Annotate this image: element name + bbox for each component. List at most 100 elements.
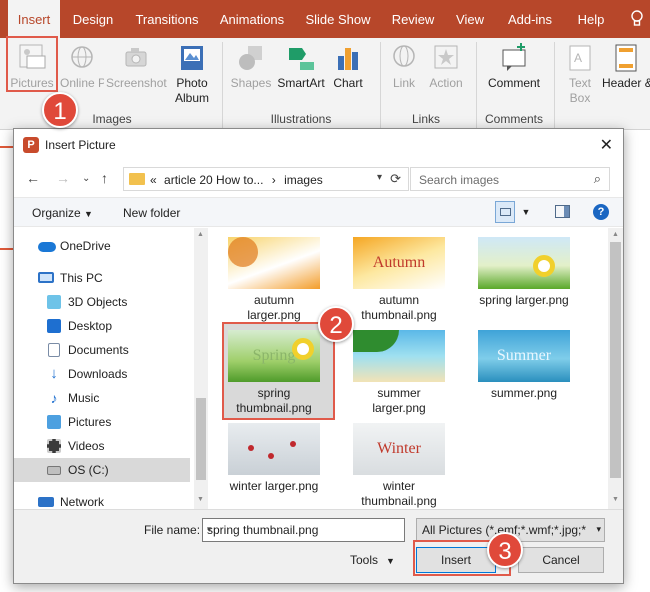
breadcrumb-overflow[interactable]: «: [150, 173, 157, 187]
nav-item-onedrive[interactable]: OneDrive: [14, 234, 190, 258]
nav-item-desktop[interactable]: Desktop: [14, 314, 190, 338]
dialog-title: Insert Picture: [45, 138, 116, 152]
folder-icon: [129, 173, 145, 185]
recent-locations-icon[interactable]: ⌄: [82, 173, 90, 184]
screenshot-button[interactable]: Screenshot: [106, 42, 167, 91]
forward-arrow-icon[interactable]: →: [56, 170, 70, 186]
address-bar[interactable]: « article 20 How to... › images ▾ ⟳: [123, 167, 409, 191]
link-button[interactable]: Link: [386, 42, 422, 91]
breadcrumb: « article 20 How to... › images: [150, 173, 323, 187]
chart-icon: [338, 48, 358, 70]
daisy-shape: [292, 338, 314, 360]
back-arrow-icon[interactable]: ←: [26, 170, 40, 186]
text-box-icon: A: [569, 45, 591, 71]
comment-icon: [502, 43, 526, 71]
nav-item-documents[interactable]: Documents: [14, 338, 190, 362]
online-pictures-button[interactable]: Online Pictures: [60, 42, 104, 91]
scrollbar-thumb[interactable]: [196, 398, 206, 480]
photo-album-icon: [181, 46, 203, 70]
nav-item-this-pc[interactable]: This PC: [14, 266, 190, 290]
new-folder-button[interactable]: New folder: [123, 206, 180, 220]
powerpoint-icon: P: [23, 137, 39, 153]
action-button[interactable]: Action: [424, 42, 468, 91]
header-footer-button[interactable]: Header & Footer: [602, 42, 650, 91]
tab-slide-show[interactable]: Slide Show: [302, 0, 374, 38]
pictures-highlight: [6, 36, 58, 92]
nav-item-pictures[interactable]: Pictures: [14, 410, 190, 434]
chevron-down-icon[interactable]: ▾: [377, 172, 382, 183]
tab-animations[interactable]: Animations: [214, 0, 290, 38]
ribbon: Pictures Online Pictures Screenshot Phot…: [0, 36, 650, 130]
preview-pane-icon[interactable]: [555, 205, 570, 218]
tools-dropdown[interactable]: Tools ▼: [350, 553, 395, 567]
tab-add-ins[interactable]: Add-ins: [500, 0, 560, 38]
action-star-icon: [434, 45, 458, 69]
tab-help[interactable]: Help: [570, 0, 612, 38]
scroll-down-icon[interactable]: ▼: [612, 496, 619, 503]
online-pictures-icon: [71, 46, 93, 68]
drive-icon: [47, 466, 61, 475]
header-footer-icon: [615, 44, 637, 72]
scrollbar-thumb[interactable]: [610, 242, 621, 478]
view-options-dropdown[interactable]: ▼: [518, 201, 534, 223]
shapes-button[interactable]: Shapes: [230, 42, 272, 91]
file-winter-thumbnail[interactable]: Winter winter thumbnail.png: [344, 423, 454, 509]
tab-design[interactable]: Design: [66, 0, 120, 38]
thumbnail: Autumn: [353, 237, 445, 289]
daisy-shape: [533, 255, 555, 277]
insert-picture-dialog: P Insert Picture ✕ ← → ⌄ ↑ « article 20 …: [13, 128, 624, 584]
close-icon[interactable]: ✕: [600, 135, 613, 155]
file-spring-thumbnail[interactable]: Spring spring thumbnail.png: [219, 330, 329, 416]
refresh-icon[interactable]: ⟳: [390, 171, 401, 187]
files-scrollbar[interactable]: ▲ ▼: [608, 228, 623, 509]
file-spring-larger[interactable]: spring larger.png: [469, 237, 579, 308]
file-name-field[interactable]: spring thumbnail.png ▾: [202, 518, 405, 542]
tab-view[interactable]: View: [450, 0, 490, 38]
nav-item-os-c[interactable]: OS (C:): [14, 458, 190, 482]
file-autumn-thumbnail[interactable]: Autumn autumn thumbnail.png: [344, 237, 454, 323]
slide-pane-marker: [0, 248, 14, 250]
berry-shape: [268, 453, 274, 459]
link-icon: [393, 45, 415, 67]
chart-button[interactable]: Chart: [330, 42, 366, 91]
chevron-down-icon[interactable]: ▾: [594, 524, 601, 535]
up-arrow-icon[interactable]: ↑: [101, 170, 108, 186]
nav-scrollbar[interactable]: ▲ ▼: [194, 228, 208, 509]
chevron-down-icon[interactable]: ▾: [207, 524, 400, 535]
cube-icon: [47, 295, 61, 309]
comment-button[interactable]: Comment: [482, 42, 546, 91]
shapes-icon: [239, 46, 262, 70]
lightbulb-icon[interactable]: [630, 10, 644, 28]
thumbnail: Winter: [353, 423, 445, 475]
scroll-up-icon[interactable]: ▲: [197, 231, 204, 238]
scroll-up-icon[interactable]: ▲: [612, 231, 619, 238]
music-note-icon: ♪: [50, 390, 58, 406]
cancel-button[interactable]: Cancel: [518, 547, 604, 573]
nav-item-music[interactable]: ♪ Music: [14, 386, 190, 410]
organize-button[interactable]: Organize ▼: [32, 206, 93, 220]
help-icon[interactable]: ?: [593, 204, 609, 220]
desktop-icon: [47, 319, 61, 333]
nav-item-3d-objects[interactable]: 3D Objects: [14, 290, 190, 314]
file-autumn-larger[interactable]: autumn larger.png: [219, 237, 329, 323]
navigation-pane: OneDrive This PC 3D Objects Desktop Docu…: [14, 228, 192, 509]
nav-item-downloads[interactable]: ↓ Downloads: [14, 362, 190, 386]
nav-item-videos[interactable]: Videos: [14, 434, 190, 458]
links-group-label: Links: [411, 112, 440, 126]
photo-album-button[interactable]: Photo Album: [170, 42, 214, 106]
change-view-button[interactable]: [495, 201, 515, 223]
breadcrumb-images[interactable]: images: [284, 173, 323, 187]
thumbnail: Spring: [228, 330, 320, 382]
breadcrumb-separator[interactable]: ›: [272, 173, 276, 187]
file-winter-larger[interactable]: winter larger.png: [219, 423, 329, 494]
tab-transitions[interactable]: Transitions: [130, 0, 204, 38]
tab-review[interactable]: Review: [386, 0, 440, 38]
breadcrumb-article-folder[interactable]: article 20 How to...: [164, 173, 263, 187]
search-box[interactable]: Search images ⌕: [410, 167, 610, 191]
scroll-down-icon[interactable]: ▼: [197, 496, 204, 503]
smartart-button[interactable]: SmartArt: [274, 42, 328, 91]
tab-insert[interactable]: Insert: [8, 0, 60, 38]
file-summer[interactable]: Summer summer.png: [469, 330, 579, 401]
file-summer-larger[interactable]: summer larger.png: [344, 330, 454, 416]
text-box-button[interactable]: A Text Box: [560, 42, 600, 106]
